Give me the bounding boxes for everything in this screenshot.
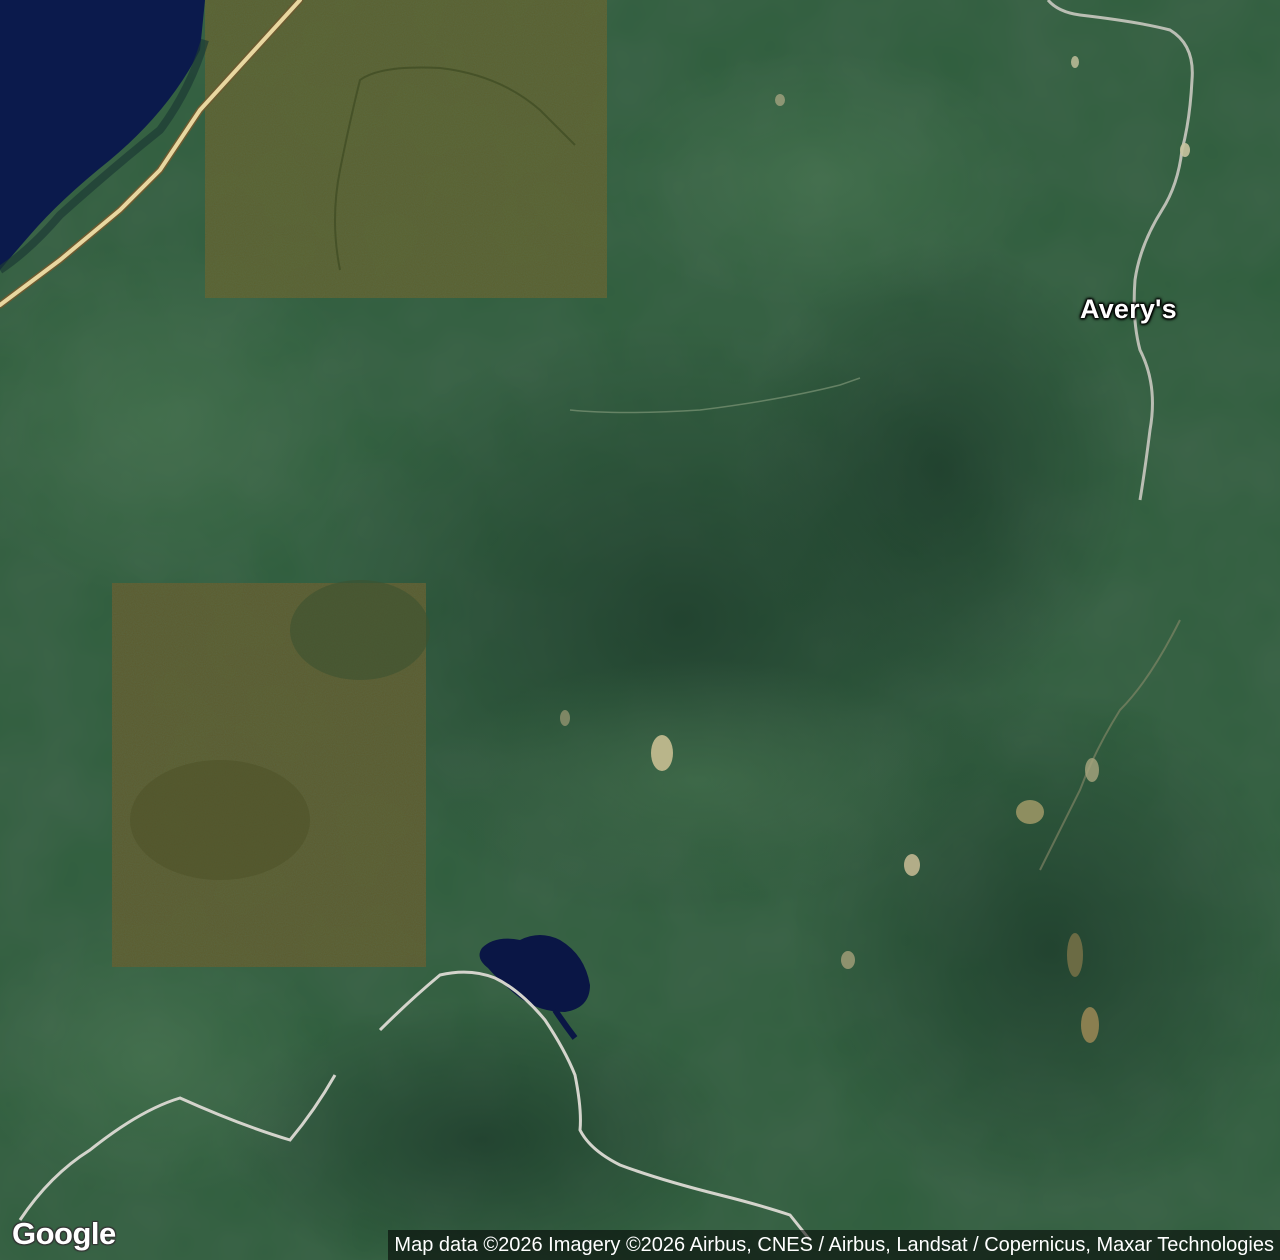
- satellite-imagery: [0, 0, 1280, 1260]
- map-attribution: Map data ©2026 Imagery ©2026 Airbus, CNE…: [388, 1230, 1280, 1260]
- google-logo: Google: [12, 1216, 116, 1251]
- place-label-averys[interactable]: Avery's: [1080, 294, 1177, 325]
- satellite-map[interactable]: Avery's Google Map data ©2026 Imagery ©2…: [0, 0, 1280, 1260]
